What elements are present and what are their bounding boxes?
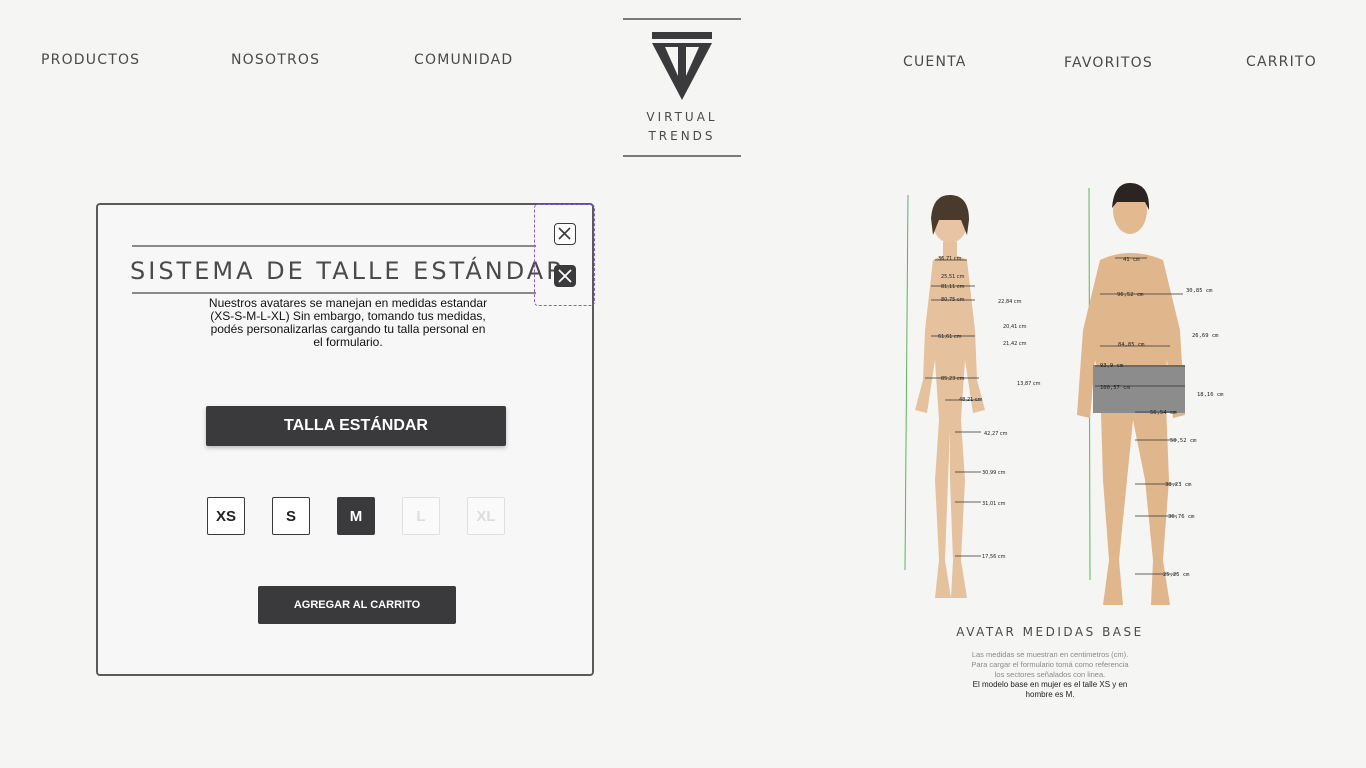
standard-size-button[interactable]: TALLA ESTÁNDAR [206, 406, 506, 446]
svg-text:25,51 cm: 25,51 cm [941, 274, 965, 280]
caption-line-1: Las medidas se muestran en centimetros (… [971, 650, 1129, 659]
close-button-variants [534, 204, 595, 306]
svg-text:81,11 cm: 81,11 cm [941, 284, 965, 290]
svg-text:38,23 cm: 38,23 cm [1165, 482, 1192, 488]
woman-avatar: 36,71 cm 25,51 cm 81,11 cm 80,75 cm 61,61 … [904, 194, 1041, 598]
svg-text:31,01 cm: 31,01 cm [982, 501, 1006, 507]
size-modal: SISTEMA DE TALLE ESTÁNDAR Nuestros avata… [96, 203, 594, 676]
svg-text:42,27 cm: 42,27 cm [984, 431, 1008, 437]
man-avatar: 41 cm 96,52 cm 84,85 cm 93,9 cm 100,57 cm 3… [1077, 182, 1224, 605]
nav-cuenta[interactable]: CUENTA [903, 54, 967, 70]
svg-text:50,52 cm: 50,52 cm [1170, 438, 1197, 444]
caption-line-3: los sectores señalados con linea. [994, 670, 1106, 679]
svg-text:30,85 cm: 30,85 cm [1186, 288, 1213, 294]
svg-text:36,71 cm: 36,71 cm [938, 256, 962, 262]
svg-text:36,76 cm: 36,76 cm [1168, 514, 1195, 520]
svg-text:96,52 cm: 96,52 cm [1117, 292, 1144, 298]
caption-line-5: hombre es M. [1025, 690, 1075, 699]
avatar-caption-info: Las medidas se muestran en centimetros (… [950, 650, 1150, 680]
nav-productos[interactable]: PRODUCTOS [41, 52, 140, 68]
svg-text:25,25 cm: 25,25 cm [1163, 572, 1190, 578]
nav-nosotros[interactable]: NOSOTROS [231, 52, 320, 68]
svg-text:61,61 cm: 61,61 cm [938, 334, 962, 340]
svg-text:84,85 cm: 84,85 cm [1118, 342, 1145, 348]
nav-carrito[interactable]: CARRITO [1246, 54, 1317, 70]
svg-text:20,41 cm: 20,41 cm [1003, 324, 1027, 330]
svg-text:100,57 cm: 100,57 cm [1100, 385, 1130, 391]
avatar-caption-title: AVATAR MEDIDAS BASE [956, 625, 1144, 639]
size-xl-button[interactable]: XL [467, 497, 505, 535]
svg-text:41 cm: 41 cm [1123, 257, 1140, 263]
close-icon[interactable] [554, 223, 576, 245]
modal-title: SISTEMA DE TALLE ESTÁNDAR [130, 257, 566, 285]
nav-favoritos[interactable]: FAVORITOS [1064, 55, 1153, 71]
logo-bottom-rule [623, 155, 741, 157]
logo-word-virtual: VIRTUAL [646, 110, 718, 124]
add-to-cart-button[interactable]: AGREGAR AL CARRITO [258, 586, 456, 624]
title-top-rule [132, 245, 536, 247]
svg-text:18,16 cm: 18,16 cm [1197, 392, 1224, 398]
avatar-figures: 36,71 cm 25,51 cm 81,11 cm 80,75 cm 61,61 … [895, 180, 1235, 605]
svg-text:13,87 cm: 13,87 cm [1017, 381, 1041, 387]
size-s-button[interactable]: S [272, 497, 310, 535]
svg-text:48,21 cm: 48,21 cm [959, 397, 983, 403]
title-bottom-rule [132, 292, 536, 294]
size-xs-button[interactable]: XS [207, 497, 245, 535]
avatar-image: 36,71 cm 25,51 cm 81,11 cm 80,75 cm 61,61 … [904, 182, 1224, 605]
logo-mark-icon [652, 32, 712, 100]
svg-text:93,9 cm: 93,9 cm [1100, 363, 1124, 369]
svg-text:22,84 cm: 22,84 cm [998, 299, 1022, 305]
svg-text:21,42 cm: 21,42 cm [1003, 341, 1027, 347]
size-m-button[interactable]: M [337, 497, 375, 535]
caption-line-2: Para cargar el formulario tomá como refe… [971, 660, 1129, 669]
logo[interactable]: VIRTUAL TRENDS [623, 18, 741, 158]
modal-description: Nuestros avatares se manejan en medidas … [208, 296, 488, 349]
svg-text:85,23 cm: 85,23 cm [941, 376, 965, 382]
svg-text:80,75 cm: 80,75 cm [941, 297, 965, 303]
size-l-button[interactable]: L [402, 497, 440, 535]
svg-text:30,99 cm: 30,99 cm [982, 470, 1006, 476]
nav-comunidad[interactable]: COMUNIDAD [414, 52, 513, 68]
logo-word-trends: TRENDS [648, 129, 716, 143]
avatar-caption-base-size: El modelo base en mujer es el talle XS y… [950, 680, 1150, 700]
svg-text:26,69 cm: 26,69 cm [1192, 333, 1219, 339]
caption-line-4: El modelo base en mujer es el talle XS y… [972, 680, 1128, 689]
svg-text:17,56 cm: 17,56 cm [982, 554, 1006, 560]
svg-text:56,54 cm: 56,54 cm [1150, 410, 1177, 416]
close-filled-icon[interactable] [554, 265, 576, 287]
logo-top-rule [623, 18, 741, 20]
